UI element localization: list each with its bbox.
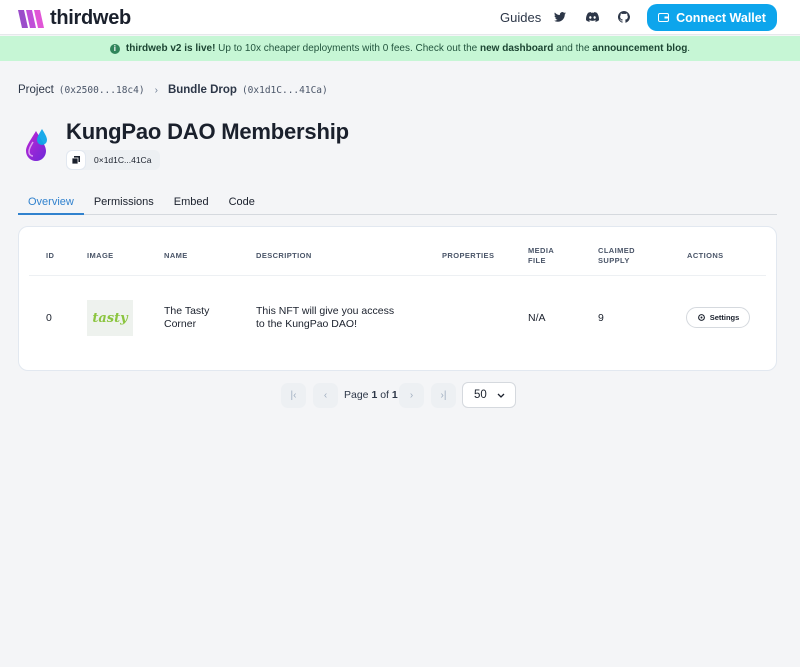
- gear-icon: [697, 314, 705, 321]
- thirdweb-logo-icon: [18, 9, 44, 28]
- column-header-id: ID: [46, 251, 55, 260]
- column-header-claimed-supply: CLAIMED SUPPLY: [598, 246, 635, 266]
- thirdweb-logo[interactable]: thirdweb: [18, 7, 131, 30]
- column-header-description: DESCRIPTION: [256, 251, 312, 260]
- previous-page-button[interactable]: ‹: [313, 383, 338, 408]
- cell-media-file: N/A: [528, 312, 546, 324]
- banner-lead: thirdweb v2 is live!: [125, 43, 216, 54]
- chevron-right-icon: ›: [409, 390, 414, 401]
- connect-wallet-button[interactable]: Connect Wallet: [647, 4, 777, 31]
- banner-text: thirdweb v2 is live! Up to 10x cheaper d…: [126, 43, 690, 54]
- discord-icon[interactable]: [585, 10, 599, 24]
- cell-description: This NFT will give you access to the Kung…: [256, 305, 394, 331]
- cell-name-line2: Corner: [164, 318, 197, 330]
- cell-description-line1: This NFT will give you access: [256, 305, 395, 317]
- contract-address-chip[interactable]: 0×1d1C...41Ca: [66, 150, 160, 170]
- breadcrumb-project[interactable]: Project: [18, 84, 54, 96]
- last-page-button[interactable]: ›|: [431, 383, 456, 408]
- cell-claimed-supply: 9: [598, 312, 604, 324]
- drop-logo-icon: [26, 129, 47, 161]
- page-prefix: Page: [344, 389, 372, 401]
- column-header-actions: ACTIONS: [687, 251, 724, 260]
- banner-text-end: .: [687, 43, 691, 54]
- announcement-blog-link[interactable]: announcement blog: [592, 43, 687, 54]
- chevron-left-icon: ‹: [323, 390, 328, 401]
- chevron-down-icon: [497, 393, 505, 398]
- nav-guides-link[interactable]: Guides: [500, 10, 541, 25]
- next-page-button[interactable]: ›: [399, 383, 424, 408]
- column-header-name: NAME: [164, 251, 188, 260]
- breadcrumb-bundle-address: (0x1d1C...41Ca): [241, 84, 328, 96]
- nft-table: ID IMAGE NAME DESCRIPTION PROPERTIES MED…: [18, 226, 777, 371]
- column-header-image: IMAGE: [87, 251, 114, 260]
- page-size-select[interactable]: 50: [462, 382, 516, 408]
- breadcrumb: Project (0x2500...18c4) › Bundle Drop (0…: [18, 84, 328, 96]
- settings-button[interactable]: Settings: [686, 307, 750, 328]
- announcement-banner: i thirdweb v2 is live! Up to 10x cheaper…: [0, 36, 800, 61]
- contract-address: 0×1d1C...41Ca: [94, 155, 152, 165]
- tab-overview[interactable]: Overview: [18, 194, 84, 215]
- connect-wallet-label: Connect Wallet: [676, 10, 766, 25]
- copy-icon[interactable]: [66, 150, 86, 170]
- nft-image: tasty: [87, 300, 133, 336]
- column-header-claimed-line2: SUPPLY: [598, 256, 630, 265]
- column-header-media-file-line2: FILE: [528, 256, 546, 265]
- column-header-properties: PROPERTIES: [442, 251, 495, 260]
- page-of: of: [377, 389, 392, 401]
- column-header-claimed-line1: CLAIMED: [598, 246, 635, 255]
- twitter-icon[interactable]: [553, 10, 567, 24]
- new-dashboard-link[interactable]: new dashboard: [480, 43, 553, 54]
- nft-image-logo-text: tasty: [92, 310, 128, 326]
- github-icon[interactable]: [617, 10, 631, 24]
- cell-name: The Tasty Corner: [164, 305, 209, 331]
- column-header-media-file: MEDIA FILE: [528, 246, 554, 266]
- header-divider: [29, 275, 766, 276]
- banner-text-part: and the: [553, 43, 593, 54]
- settings-label: Settings: [709, 313, 740, 322]
- page-title: KungPao DAO Membership: [66, 119, 349, 144]
- last-page-icon: ›|: [440, 390, 447, 401]
- page-total: 1: [391, 389, 398, 401]
- tab-bar: Overview Permissions Embed Code: [18, 194, 777, 215]
- first-page-button[interactable]: |‹: [281, 383, 306, 408]
- breadcrumb-project-address: (0x2500...18c4): [58, 84, 145, 96]
- info-icon: i: [109, 43, 120, 54]
- wallet-icon: [658, 13, 670, 22]
- banner-text-part: Up to 10x cheaper deployments with 0 fee…: [215, 43, 481, 54]
- column-header-media-file-line1: MEDIA: [528, 246, 555, 255]
- page-indicator: Page 1 of 1: [344, 389, 398, 401]
- logo-text: thirdweb: [50, 7, 131, 29]
- cell-name-line1: The Tasty: [164, 305, 210, 317]
- cell-id: 0: [46, 312, 52, 324]
- tab-embed[interactable]: Embed: [164, 194, 219, 215]
- top-navbar: thirdweb Guides Connect Wallet: [0, 0, 800, 35]
- breadcrumb-bundle-drop: Bundle Drop: [167, 84, 237, 96]
- page-size-value: 50: [474, 389, 487, 401]
- chevron-right-icon: ›: [154, 84, 158, 96]
- tab-code[interactable]: Code: [219, 194, 265, 215]
- first-page-icon: |‹: [290, 390, 297, 401]
- cell-description-line2: to the KungPao DAO!: [256, 318, 357, 330]
- tab-permissions[interactable]: Permissions: [84, 194, 164, 215]
